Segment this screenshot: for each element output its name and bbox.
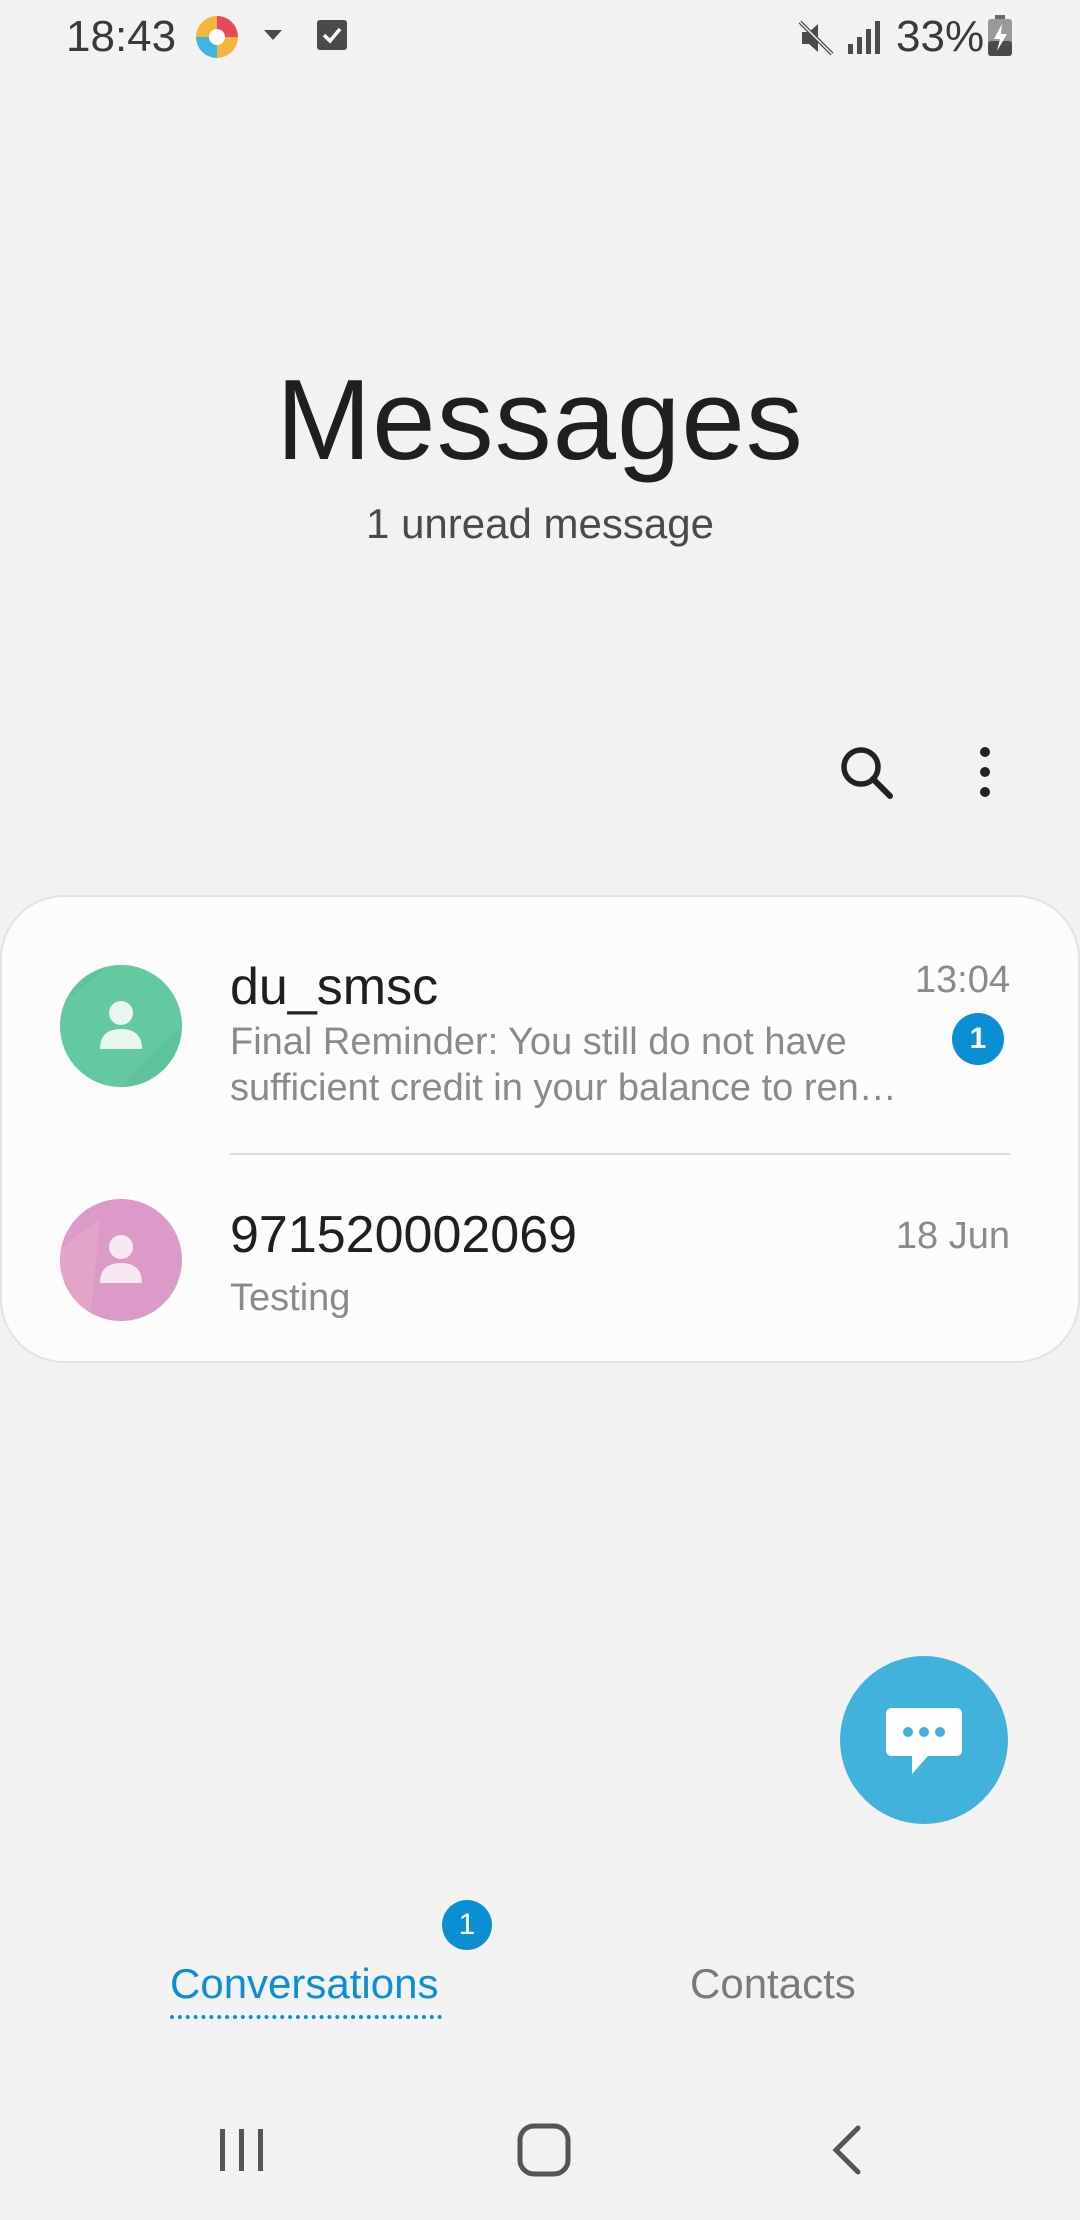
unread-summary: 1 unread message: [366, 500, 714, 547]
person-icon: [60, 1199, 182, 1321]
back-icon[interactable]: [822, 2122, 872, 2178]
page-title: Messages: [276, 357, 804, 484]
conversation-name: du_smsc: [230, 958, 439, 1016]
compose-message-icon: [886, 1708, 962, 1774]
conversation-time: 18 Jun: [895, 1215, 1010, 1257]
conversation-preview: Testing: [230, 1277, 351, 1319]
conversation-item-du-smsc[interactable]: du_smsc 13:04 Final Reminder: You still …: [2, 897, 1080, 1155]
tab-conversations-badge: 1: [442, 1900, 492, 1950]
battery-percentage: 33%: [896, 12, 985, 61]
contact-avatar: [60, 1199, 182, 1321]
battery-charging-icon: [988, 15, 1012, 56]
compose-message-button[interactable]: [840, 1656, 1008, 1824]
home-icon[interactable]: [516, 2122, 572, 2178]
conversation-list: du_smsc 13:04 Final Reminder: You still …: [0, 895, 1080, 1363]
tab-active-indicator: [170, 2015, 442, 2019]
person-icon: [60, 965, 182, 1087]
conversation-name: 971520002069: [230, 1206, 578, 1264]
more-vertical-icon[interactable]: [960, 742, 1010, 802]
tab-contacts[interactable]: Contacts: [690, 1960, 856, 2008]
unread-count-badge: 1: [952, 1013, 1004, 1065]
checkbox-icon: [317, 20, 347, 50]
conversation-time: 13:04: [914, 959, 1010, 1001]
recents-icon[interactable]: [212, 2125, 272, 2175]
status-time: 18:43: [66, 12, 177, 61]
signal-icon: [848, 21, 880, 54]
app-icon: [196, 16, 238, 58]
conversation-preview: Final Reminder: You still do not have su…: [230, 1021, 897, 1109]
contact-avatar: [60, 965, 182, 1087]
dropdown-caret-icon: [264, 30, 282, 40]
mute-icon: [798, 20, 834, 56]
status-bar: 18:43 33%: [0, 0, 1080, 72]
conversation-item-971520002069[interactable]: 971520002069 18 Jun Testing: [2, 1131, 1080, 1365]
messages-screen: 18:43 33% Messages 1 unread message du_s…: [0, 0, 1080, 2220]
search-icon[interactable]: [836, 742, 896, 802]
tab-conversations[interactable]: Conversations: [170, 1960, 438, 2008]
